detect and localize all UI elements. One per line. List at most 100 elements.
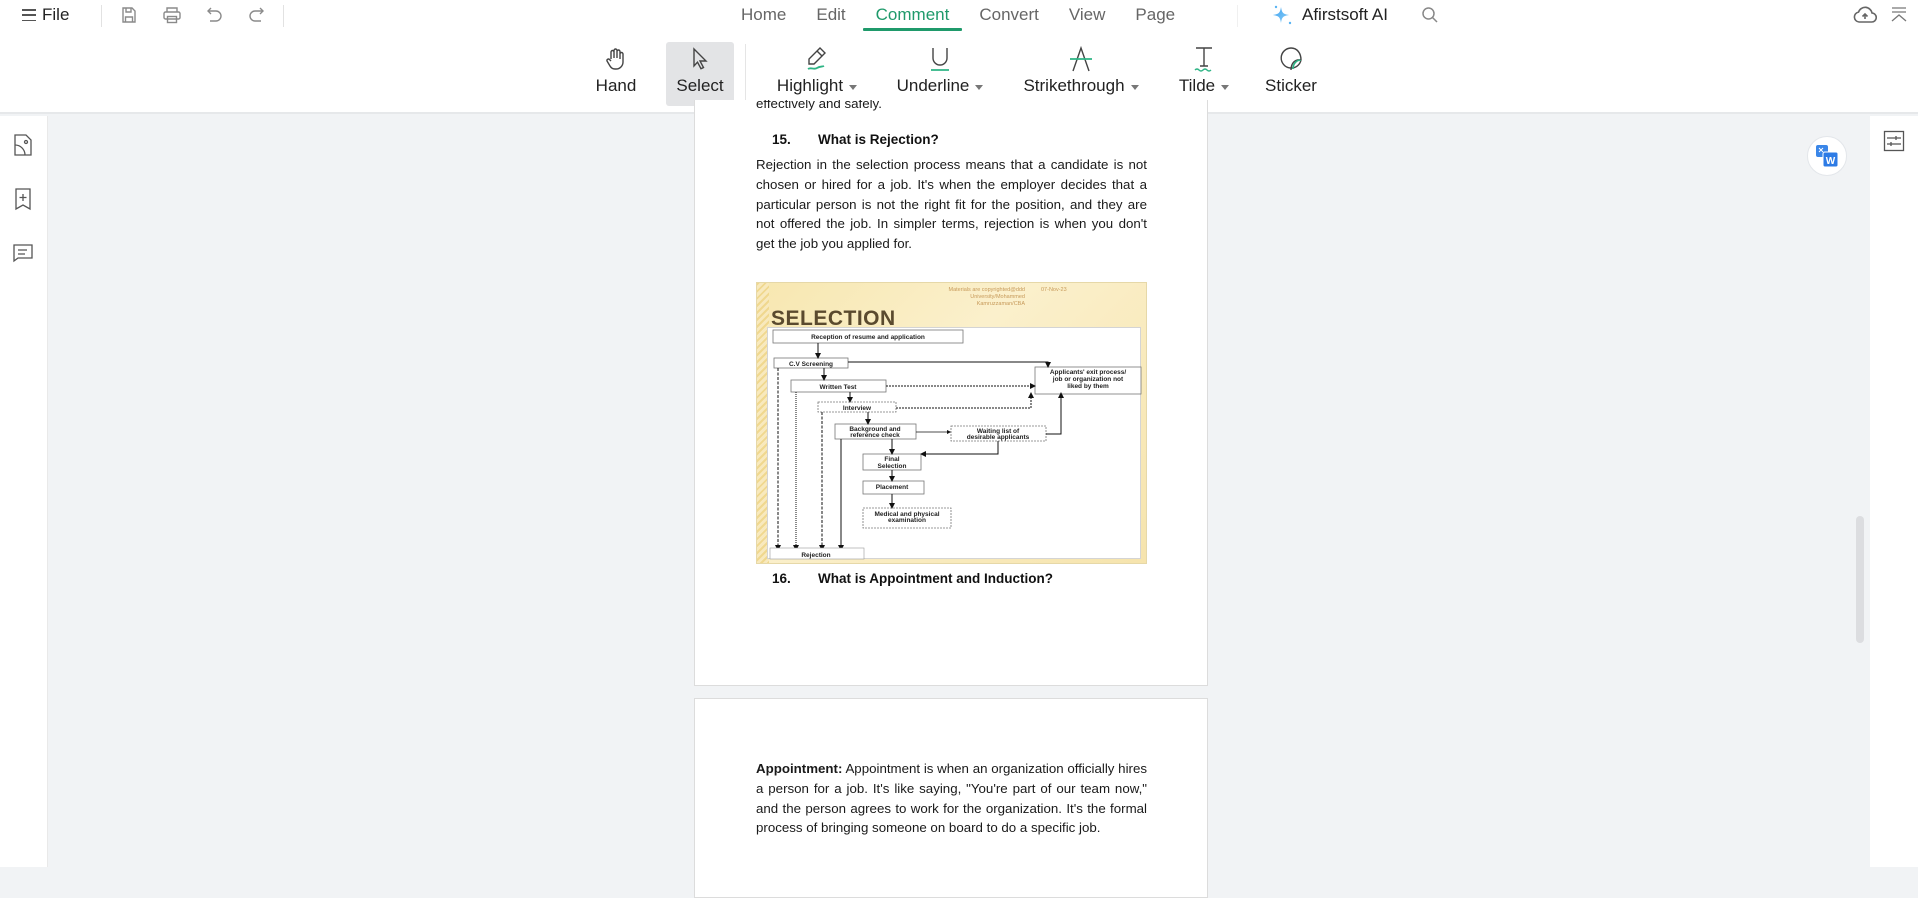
rejection-paragraph: Rejection in the selection process means… bbox=[756, 157, 1147, 252]
tab-page[interactable]: Page bbox=[1120, 0, 1190, 32]
divider bbox=[283, 5, 284, 27]
label-final-2: Selection bbox=[878, 463, 907, 470]
print-button[interactable] bbox=[159, 3, 185, 27]
bookmarks-panel-button[interactable] bbox=[11, 186, 35, 212]
search-icon bbox=[1422, 7, 1438, 23]
underline-icon bbox=[931, 48, 949, 71]
cloud-upload-icon bbox=[1853, 6, 1877, 23]
save-button[interactable] bbox=[116, 3, 142, 27]
bookmark-icon bbox=[15, 188, 31, 211]
strikethrough-tool-button[interactable]: Strikethrough bbox=[1018, 42, 1144, 106]
label-interview: Interview bbox=[843, 405, 872, 412]
heading-number: 16. bbox=[772, 571, 791, 586]
ai-label: Afirstsoft AI bbox=[1302, 5, 1388, 24]
undo-icon bbox=[207, 7, 222, 22]
tab-home[interactable]: Home bbox=[726, 0, 801, 32]
heading-title: What is Appointment and Induction? bbox=[818, 571, 1053, 586]
label-cv-screening: C.V Screening bbox=[789, 361, 833, 368]
undo-button[interactable] bbox=[201, 3, 227, 27]
afirstsoft-ai-button[interactable]: Afirstsoft AI bbox=[1270, 2, 1388, 28]
appointment-label: Appointment: bbox=[756, 761, 843, 776]
document-page: Appointment: Appointment is when an orga… bbox=[694, 698, 1208, 898]
appointment-paragraph: Appointment: Appointment is when an orga… bbox=[756, 759, 1147, 838]
question-16-heading: 16. What is Appointment and Induction? bbox=[772, 569, 1053, 589]
arrow-waiting-to-final bbox=[920, 441, 999, 457]
arrow-cv-to-exit bbox=[848, 361, 1051, 368]
comment-icon bbox=[13, 244, 33, 263]
label-exit-2: job or organization not bbox=[1052, 376, 1124, 383]
label-written-test: Written Test bbox=[820, 384, 858, 391]
divider bbox=[101, 5, 102, 27]
dropdown-caret-icon[interactable] bbox=[849, 84, 858, 90]
highlight-tool-button[interactable]: Highlight bbox=[770, 42, 864, 106]
left-sidebar bbox=[0, 116, 48, 867]
file-menu-label: File bbox=[42, 5, 70, 24]
search-button[interactable] bbox=[1418, 3, 1442, 27]
file-menu-button[interactable]: File bbox=[22, 3, 69, 27]
heading-title: What is Rejection? bbox=[818, 132, 939, 147]
hamburger-icon bbox=[22, 9, 36, 21]
collapse-ribbon-button[interactable] bbox=[1888, 2, 1910, 28]
arrow-waiting-to-exit bbox=[1046, 392, 1064, 435]
select-tool-button[interactable]: Select bbox=[666, 42, 734, 106]
tab-edit[interactable]: Edit bbox=[801, 0, 860, 32]
label-background-2: reference check bbox=[850, 432, 900, 439]
heading-number: 15. bbox=[772, 132, 791, 147]
strikethrough-icon bbox=[1070, 45, 1092, 72]
tilde-tool-button[interactable]: Tilde bbox=[1175, 42, 1233, 106]
translate-button[interactable]: W bbox=[1807, 136, 1847, 176]
divider bbox=[1237, 5, 1238, 27]
flowchart-svg: Reception of resume and application C.V … bbox=[769, 329, 1142, 560]
strikethrough-tool-label: Strikethrough bbox=[1023, 76, 1125, 95]
sticker-tool-label: Sticker bbox=[1265, 76, 1317, 95]
redo-icon bbox=[249, 7, 264, 22]
cutoff-text-line: effectively and safely. bbox=[756, 100, 882, 111]
slide-date: 07-Nov-23 bbox=[1041, 287, 1067, 293]
highlight-tool-label: Highlight bbox=[776, 76, 844, 95]
dropdown-caret-icon[interactable] bbox=[1221, 84, 1230, 90]
select-tool-label: Select bbox=[676, 76, 724, 95]
save-icon bbox=[122, 7, 136, 23]
collapse-up-icon bbox=[1891, 7, 1907, 22]
thumbnails-panel-button[interactable] bbox=[11, 132, 35, 158]
thumbnail-icon bbox=[14, 134, 32, 156]
label-rejection-text: Rejection bbox=[801, 552, 830, 559]
vertical-scrollbar-thumb[interactable] bbox=[1856, 516, 1864, 643]
label-waiting-2: desirable applicants bbox=[967, 434, 1030, 441]
sticker-tool-button[interactable]: Sticker bbox=[1262, 42, 1320, 106]
hand-tool-label: Hand bbox=[595, 76, 637, 95]
highlight-pen-icon bbox=[807, 47, 826, 70]
question-15-heading: 15. What is Rejection? bbox=[772, 130, 939, 150]
sliders-icon bbox=[1883, 130, 1905, 152]
translate-icon: W bbox=[1816, 145, 1839, 168]
sparkle-icon bbox=[1273, 5, 1292, 25]
label-reception: Reception of resume and application bbox=[811, 334, 925, 341]
label-final-1: Final bbox=[884, 456, 899, 463]
label-medical-2: examination bbox=[888, 517, 926, 524]
selection-process-figure: Materials are copyrighted@ddd University… bbox=[756, 282, 1147, 564]
underline-tool-button[interactable]: Underline bbox=[893, 42, 987, 106]
top-menu-bar: File Home Edit Comment Convert View Page… bbox=[0, 0, 1918, 32]
menu-tabs: Home Edit Comment Convert View Page bbox=[726, 0, 1190, 32]
label-exit-3: liked by them bbox=[1067, 383, 1109, 390]
tab-comment[interactable]: Comment bbox=[861, 0, 965, 32]
dropdown-caret-icon[interactable] bbox=[975, 84, 984, 90]
tab-view[interactable]: View bbox=[1054, 0, 1121, 32]
svg-text:W: W bbox=[1826, 156, 1836, 167]
comments-panel-button[interactable] bbox=[11, 240, 35, 266]
flowchart: Reception of resume and application C.V … bbox=[767, 327, 1142, 560]
label-exit-1: Applicants' exit process/ bbox=[1050, 369, 1127, 376]
tilde-tool-label: Tilde bbox=[1178, 76, 1216, 95]
label-placement: Placement bbox=[876, 484, 909, 491]
dropdown-caret-icon[interactable] bbox=[1130, 84, 1139, 90]
cursor-arrow-icon bbox=[693, 47, 708, 70]
redo-button[interactable] bbox=[244, 3, 270, 27]
slide-credit: Materials are copyrighted@ddd University… bbox=[948, 287, 1025, 307]
print-icon bbox=[163, 7, 181, 24]
cloud-upload-button[interactable] bbox=[1852, 2, 1878, 28]
ribbon-divider bbox=[745, 44, 746, 102]
hand-tool-button[interactable]: Hand bbox=[591, 42, 641, 106]
tab-convert[interactable]: Convert bbox=[964, 0, 1054, 32]
properties-panel-button[interactable] bbox=[1882, 129, 1906, 153]
tilde-text-icon bbox=[1194, 47, 1212, 72]
